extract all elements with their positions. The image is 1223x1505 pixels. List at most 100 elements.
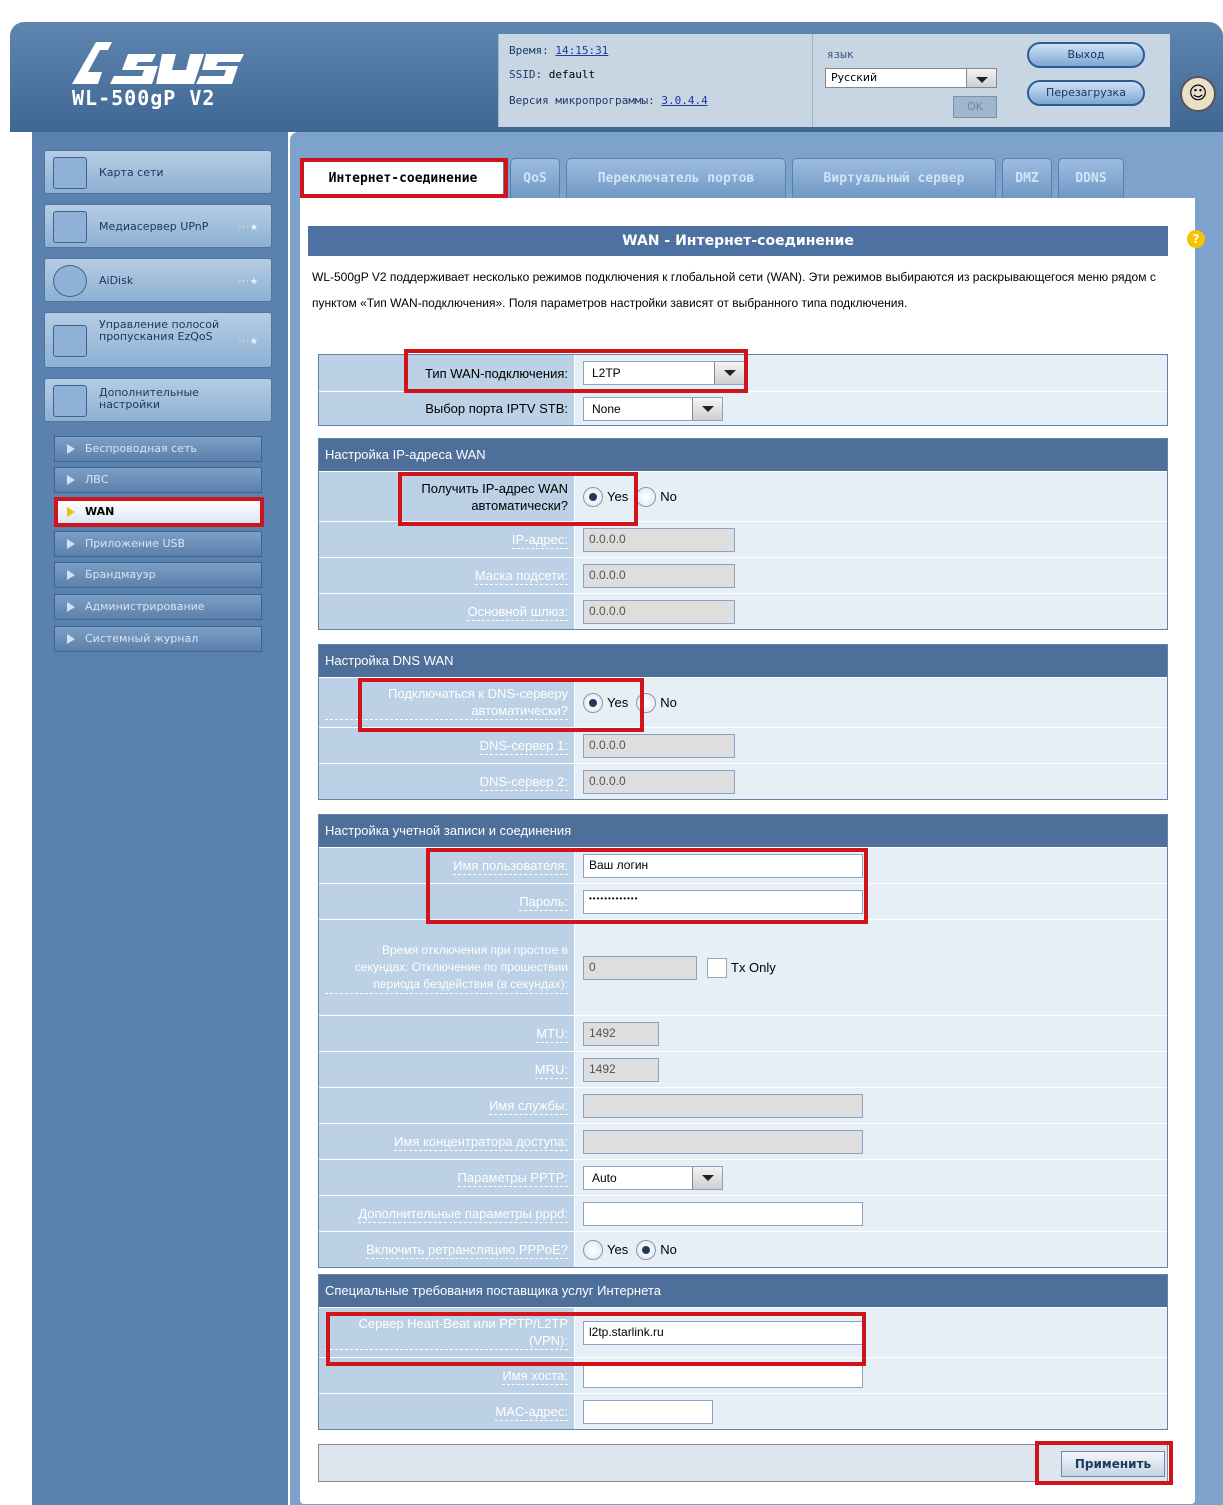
apply-bar: Применить	[318, 1441, 1173, 1485]
status-dots-icon: ···★	[238, 277, 259, 287]
mru-field[interactable]: 1492	[583, 1057, 659, 1082]
mtu-field[interactable]: 1492	[583, 1021, 659, 1046]
tab-bar: Интернет-соединение QoS Переключатель по…	[300, 158, 1220, 198]
tab-internet[interactable]: Интернет-соединение	[302, 158, 504, 198]
idle-time-row: Время отключения при простое в секундах:…	[319, 919, 1167, 1015]
ip-auto-no-radio[interactable]	[636, 486, 657, 507]
subnet-mask-row: Маска подсети: 0.0.0.0	[319, 557, 1167, 593]
sidebar-sub-wan[interactable]: WAN	[54, 499, 262, 525]
iptv-row: Выбор порта IPTV STB: None	[319, 391, 1167, 425]
isp-section: Специальные требования поставщика услуг …	[318, 1274, 1168, 1430]
dns-auto-no-radio[interactable]	[636, 692, 657, 713]
password-field[interactable]: •••••••••••••	[583, 889, 863, 914]
radio-yes-label: Yes	[607, 1242, 629, 1257]
tab-dmz[interactable]: DMZ	[1002, 158, 1052, 198]
vpn-server-field[interactable]: l2tp.starlink.ru	[583, 1320, 863, 1345]
chevron-down-icon[interactable]	[966, 69, 996, 87]
page-description: WL-500gP V2 поддерживает несколько режим…	[312, 270, 1156, 310]
sidebar: Карта сети Медиасервер UPnP ···★ AiDisk …	[32, 132, 288, 1505]
chevron-down-icon[interactable]	[692, 1166, 722, 1189]
network-map-icon	[53, 157, 87, 189]
pptp-options-row: Параметры PPTP: Auto	[319, 1159, 1167, 1195]
sidebar-sub-firewall[interactable]: Брандмауэр	[54, 562, 262, 588]
tx-only-checkbox[interactable]	[707, 957, 727, 978]
sidebar-item-aidisk[interactable]: AiDisk ···★	[44, 258, 272, 302]
dns1-field[interactable]: 0.0.0.0	[583, 733, 735, 758]
pppoe-relay-no-radio[interactable]	[636, 1239, 657, 1260]
time-line: Время: 14:15:31	[509, 44, 608, 57]
iptv-select[interactable]: None	[583, 396, 723, 421]
language-ok-button[interactable]: OK	[953, 96, 997, 118]
sidebar-item-ezqos[interactable]: Управление полосой пропускания EzQoS ···…	[44, 312, 272, 368]
reboot-button[interactable]: Перезагрузка	[1027, 80, 1145, 106]
language-value: Русский	[831, 71, 878, 84]
radio-yes-label: Yes	[607, 489, 629, 504]
wan-type-select[interactable]: L2TP	[583, 361, 745, 385]
help-icon[interactable]: ?	[1187, 230, 1205, 248]
header: WL-500gP V2 Время: 14:15:31 SSID: defaul…	[10, 22, 1223, 132]
sidebar-item-advanced[interactable]: Дополнительные настройки	[44, 378, 272, 422]
model-name: WL-500gP V2	[72, 86, 216, 110]
tx-only-label: Tx Only	[731, 960, 776, 975]
service-name-field[interactable]	[583, 1093, 863, 1118]
media-server-icon	[53, 211, 87, 243]
page-title: WAN - Интернет-соединение	[308, 226, 1168, 256]
pppd-options-field[interactable]	[583, 1201, 863, 1226]
sidebar-sub-lan[interactable]: ЛВС	[54, 467, 262, 493]
time-value[interactable]: 14:15:31	[555, 44, 608, 57]
dns-auto-row: Подключаться к DNS-серверу автоматически…	[319, 677, 1167, 727]
tab-port-switch[interactable]: Переключатель портов	[566, 158, 786, 198]
chevron-down-icon[interactable]	[692, 397, 722, 420]
language-select[interactable]: Русский	[825, 68, 997, 88]
ac-name-row: Имя концентратора доступа:	[319, 1123, 1167, 1159]
username-field[interactable]: Ваш логин	[583, 853, 863, 878]
language-box: язык Русский OK Выход Перезагрузка	[812, 34, 1170, 127]
gateway-row: Основной шлюз: 0.0.0.0	[319, 593, 1167, 629]
language-label: язык	[827, 48, 854, 61]
subnet-mask-field[interactable]: 0.0.0.0	[583, 563, 735, 588]
firmware-label: Версия микропрограммы:	[509, 94, 655, 107]
ac-name-field[interactable]	[583, 1129, 863, 1154]
ip-auto-yes-radio[interactable]	[583, 486, 603, 507]
dns1-label: DNS-сервер 1:	[479, 737, 568, 755]
bandwidth-icon	[53, 325, 87, 357]
mtu-label: MTU:	[536, 1025, 568, 1043]
gateway-field[interactable]: 0.0.0.0	[583, 599, 735, 624]
dns2-label: DNS-сервер 2:	[479, 773, 568, 791]
chevron-down-icon[interactable]	[714, 362, 744, 384]
sidebar-item-network-map[interactable]: Карта сети	[44, 150, 272, 194]
dns2-row: DNS-сервер 2: 0.0.0.0	[319, 763, 1167, 799]
logout-button[interactable]: Выход	[1027, 42, 1145, 68]
ip-address-field[interactable]: 0.0.0.0	[583, 527, 735, 552]
dns-section: Настройка DNS WAN Подключаться к DNS-сер…	[318, 644, 1168, 800]
tab-ddns[interactable]: DDNS	[1058, 158, 1124, 198]
dns-auto-yes-radio[interactable]	[583, 692, 603, 713]
wan-type-value: L2TP	[592, 366, 621, 380]
idle-time-field[interactable]: 0	[583, 955, 697, 980]
pptp-options-select[interactable]: Auto	[583, 1165, 723, 1190]
firmware-line: Версия микропрограммы: 3.0.4.4	[509, 94, 708, 107]
sidebar-sub-admin[interactable]: Администрирование	[54, 594, 262, 620]
pppd-options-row: Дополнительные параметры pppd:	[319, 1195, 1167, 1231]
firmware-link[interactable]: 3.0.4.4	[661, 94, 707, 107]
sidebar-item-upnp[interactable]: Медиасервер UPnP ···★	[44, 204, 272, 248]
tab-virtual-server[interactable]: Виртуальный сервер	[792, 158, 996, 198]
pptp-options-value: Auto	[592, 1170, 617, 1185]
ip-section: Настройка IP-адреса WAN Получить IP-адре…	[318, 438, 1168, 630]
dns2-field[interactable]: 0.0.0.0	[583, 769, 735, 794]
ip-section-title: Настройка IP-адреса WAN	[319, 439, 1167, 471]
sidebar-sub-usb[interactable]: Приложение USB	[54, 531, 262, 557]
radio-no-label: No	[660, 489, 677, 504]
dns1-row: DNS-сервер 1: 0.0.0.0	[319, 727, 1167, 763]
pppoe-relay-yes-radio[interactable]	[583, 1239, 603, 1260]
sidebar-sub-wireless[interactable]: Беспроводная сеть	[54, 436, 262, 462]
sidebar-item-label: Медиасервер UPnP	[99, 220, 209, 233]
apply-button[interactable]: Применить	[1061, 1451, 1165, 1477]
tab-qos[interactable]: QoS	[510, 158, 560, 198]
sidebar-item-label: AiDisk	[99, 274, 134, 287]
username-row: Имя пользователя: Ваш логин	[319, 847, 1167, 883]
iptv-label: Выбор порта IPTV STB:	[425, 401, 568, 416]
mac-address-field[interactable]	[583, 1399, 713, 1424]
hostname-field[interactable]	[583, 1363, 863, 1388]
sidebar-sub-syslog[interactable]: Системный журнал	[54, 626, 262, 652]
